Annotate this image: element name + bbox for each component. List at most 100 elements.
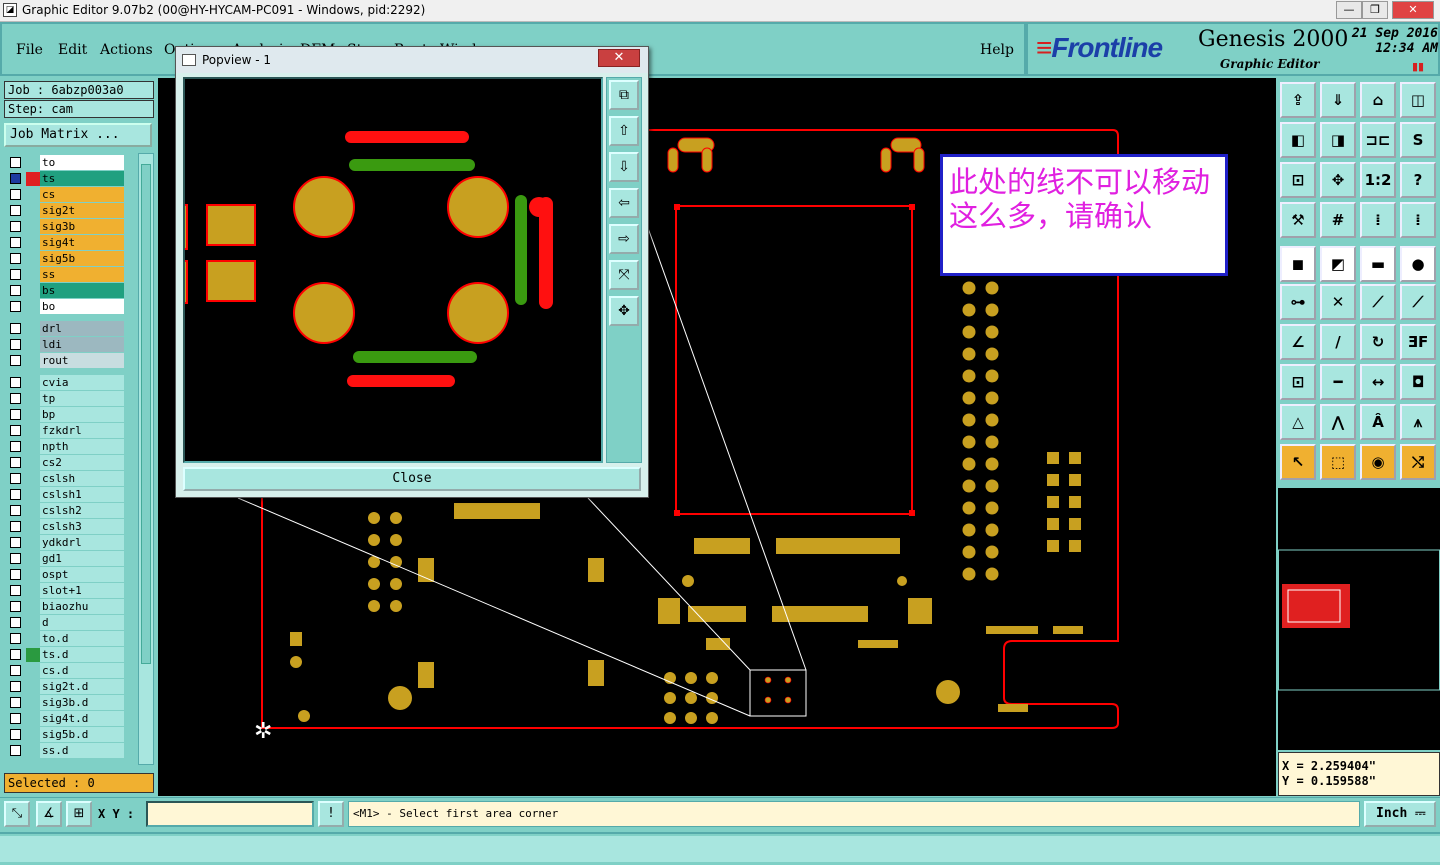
connect-icon[interactable]: ⊶	[1280, 284, 1316, 320]
close-window-button[interactable]: ✕	[1392, 1, 1434, 19]
layer-checkbox[interactable]	[10, 441, 21, 452]
help-query-icon[interactable]: ?	[1400, 162, 1436, 198]
pan-right-icon[interactable]: ⇨	[609, 224, 639, 254]
layer-row-cs2[interactable]: cs2	[4, 455, 126, 471]
layer-checkbox[interactable]	[10, 301, 21, 312]
menu-edit[interactable]: Edit	[58, 42, 87, 58]
mirror-text-icon[interactable]: ƎF	[1400, 324, 1436, 360]
pan-down-icon[interactable]: ⇩	[609, 152, 639, 182]
layer-affected-marker[interactable]	[26, 504, 40, 518]
layer-checkbox[interactable]	[10, 457, 21, 468]
layer-checkbox[interactable]	[10, 221, 21, 232]
layer-affected-marker[interactable]	[26, 236, 40, 250]
layer-row-to[interactable]: to	[4, 155, 126, 171]
snap-mode-icon[interactable]: ⤡	[4, 801, 30, 827]
job-matrix-button[interactable]: Job Matrix ...	[4, 123, 152, 147]
layer-checkbox[interactable]	[10, 285, 21, 296]
layer-row-sig3b[interactable]: sig3b	[4, 219, 126, 235]
layer-affected-marker[interactable]	[26, 744, 40, 758]
layer-affected-marker[interactable]	[26, 204, 40, 218]
popview-close-button[interactable]: Close	[183, 467, 641, 491]
layer-row-fzkdrl[interactable]: fzkdrl	[4, 423, 126, 439]
layer-affected-marker[interactable]	[26, 300, 40, 314]
line-pad-icon[interactable]: ⟋	[1400, 284, 1436, 320]
layer-row-cs-d[interactable]: cs.d	[4, 663, 126, 679]
measure-icon[interactable]: ⚒	[1280, 202, 1316, 238]
layer-checkbox[interactable]	[10, 489, 21, 500]
layer-row-cvia[interactable]: cvia	[4, 375, 126, 391]
slash-icon[interactable]: /	[1320, 324, 1356, 360]
layer-checkbox[interactable]	[10, 339, 21, 350]
alert-button[interactable]: !	[318, 801, 344, 827]
layer-list-scrollbar[interactable]	[138, 153, 154, 765]
layer-affected-marker[interactable]	[26, 616, 40, 630]
zoom-home-icon[interactable]: ⊡	[1280, 162, 1316, 198]
triangle-icon[interactable]: △	[1280, 404, 1316, 440]
pan-left-icon[interactable]: ⇦	[609, 188, 639, 218]
pan-up-icon[interactable]: ⇧	[609, 116, 639, 146]
arrow-a-icon[interactable]: Â	[1360, 404, 1396, 440]
layer-affected-marker[interactable]	[26, 354, 40, 368]
layer-checkbox[interactable]	[10, 409, 21, 420]
xy-input[interactable]	[146, 801, 314, 827]
layer-affected-marker[interactable]	[26, 520, 40, 534]
distance-icon[interactable]: ↔	[1360, 364, 1396, 400]
popview-canvas[interactable]	[183, 77, 603, 463]
layer-checkbox[interactable]	[10, 649, 21, 660]
layer-row-bs[interactable]: bs	[4, 283, 126, 299]
layer-checkbox[interactable]	[10, 553, 21, 564]
layer-checkbox[interactable]	[10, 393, 21, 404]
menu-actions[interactable]: Actions	[100, 42, 153, 58]
layer-affected-marker[interactable]	[26, 220, 40, 234]
layer-affected-marker[interactable]	[26, 648, 40, 662]
layer-affected-marker[interactable]	[26, 568, 40, 582]
layer-row-gd1[interactable]: gd1	[4, 551, 126, 567]
layer-checkbox[interactable]	[10, 237, 21, 248]
color-icon[interactable]: ◩	[1320, 246, 1356, 282]
select-feature-icon[interactable]: ◼	[1280, 246, 1316, 282]
pad-icon[interactable]: ●	[1400, 246, 1436, 282]
layer-affected-marker[interactable]	[26, 338, 40, 352]
layer-checkbox[interactable]	[10, 173, 21, 184]
layer-checkbox[interactable]	[10, 189, 21, 200]
scrollbar-thumb[interactable]	[141, 164, 151, 664]
layer-affected-marker[interactable]	[26, 584, 40, 598]
zoom-out-icon[interactable]: ✥	[609, 296, 639, 326]
layer-affected-marker[interactable]	[26, 600, 40, 614]
layer-checkbox[interactable]	[10, 355, 21, 366]
layer-checkbox[interactable]	[10, 537, 21, 548]
layer-affected-marker[interactable]	[26, 188, 40, 202]
layer-affected-marker[interactable]	[26, 268, 40, 282]
layer-row-cslsh[interactable]: cslsh	[4, 471, 126, 487]
layer-row-drl[interactable]: drl	[4, 321, 126, 337]
layer-row-sig2t-d[interactable]: sig2t.d	[4, 679, 126, 695]
layer-checkbox[interactable]	[10, 425, 21, 436]
layer-row-sig3b-d[interactable]: sig3b.d	[4, 695, 126, 711]
home-icon[interactable]: ⌂	[1360, 82, 1396, 118]
group-icon[interactable]: ◘	[1400, 364, 1436, 400]
unit-selector[interactable]: Inch ⎓	[1364, 801, 1436, 827]
layer-affected-marker[interactable]	[26, 680, 40, 694]
layer-affected-marker[interactable]	[26, 536, 40, 550]
menu-help[interactable]: Help	[980, 42, 1014, 58]
layer-row-ts-d[interactable]: ts.d	[4, 647, 126, 663]
layer-checkbox[interactable]	[10, 521, 21, 532]
layer-checkbox[interactable]	[10, 697, 21, 708]
layer-checkbox[interactable]	[10, 253, 21, 264]
pointer-box-icon[interactable]: ⬚	[1320, 444, 1356, 480]
grid-mode-icon[interactable]: ⊞	[66, 801, 92, 827]
layer-row-sig5b[interactable]: sig5b	[4, 251, 126, 267]
layer-checkbox[interactable]	[10, 505, 21, 516]
layer-row-rout[interactable]: rout	[4, 353, 126, 369]
peak-icon[interactable]: ⋀	[1320, 404, 1356, 440]
layer-checkbox[interactable]	[10, 713, 21, 724]
layer-affected-marker[interactable]	[26, 252, 40, 266]
home-down-icon[interactable]: ⇓	[1320, 82, 1356, 118]
zoom-fit-icon[interactable]: ⧉	[609, 80, 639, 110]
layer-affected-marker[interactable]	[26, 322, 40, 336]
layer-affected-marker[interactable]	[26, 632, 40, 646]
layer-checkbox[interactable]	[10, 205, 21, 216]
layer-checkbox[interactable]	[10, 729, 21, 740]
layer-row-to-d[interactable]: to.d	[4, 631, 126, 647]
scale-1-2-icon[interactable]: 1:2	[1360, 162, 1396, 198]
